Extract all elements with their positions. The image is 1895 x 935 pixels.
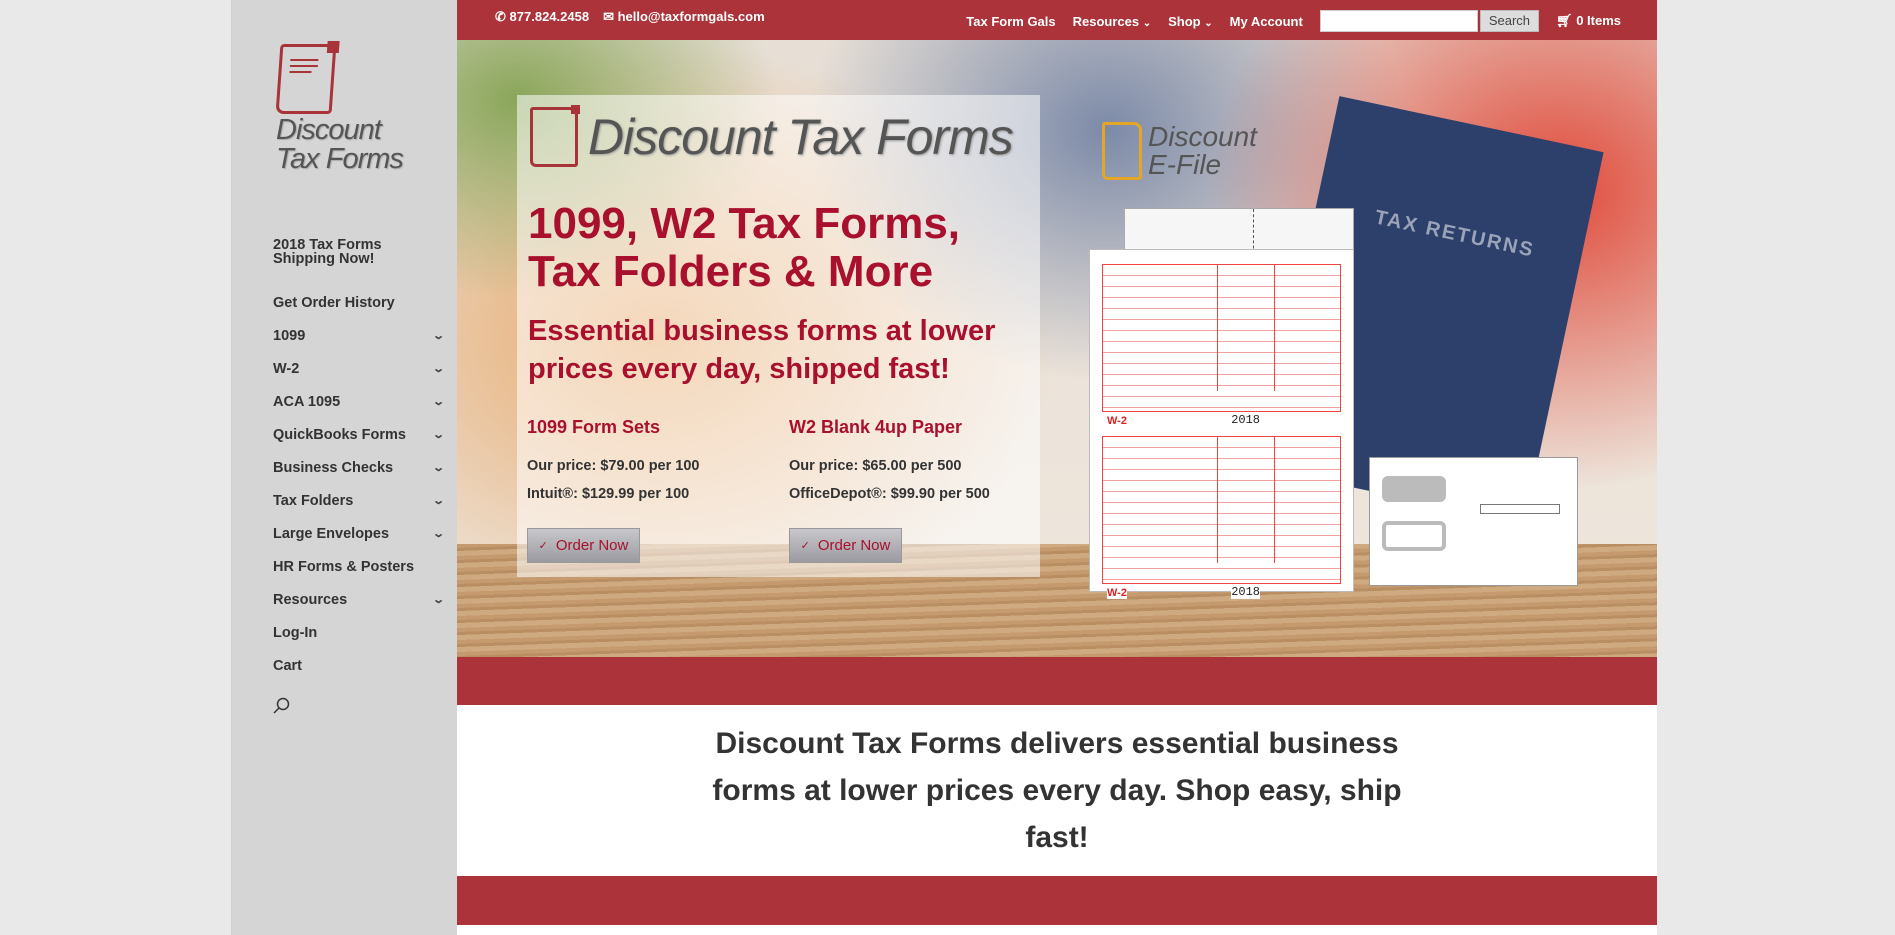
tagline-text: Discount Tax Forms delivers essential bu… [712, 727, 1402, 854]
form-year: 2018 [1231, 585, 1260, 599]
button-label: Order Now [817, 537, 891, 554]
sidebar-item-label: Large Envelopes [273, 525, 390, 542]
search-icon[interactable] [273, 697, 291, 715]
check-icon: ✓ [538, 540, 548, 552]
sidebar-item-label: HR Forms & Posters [273, 558, 415, 575]
chevron-down-icon[interactable]: ⌄ [432, 527, 445, 540]
nav-shop[interactable]: Shop ⌄ [1168, 14, 1213, 29]
hero-subheadline: Essential business forms at lower prices… [528, 315, 996, 385]
phone-link[interactable]: ✆ 877.824.2458 [495, 9, 589, 25]
content-area [457, 925, 1657, 935]
product-compare-price: Intuit®: $129.99 per 100 [527, 486, 690, 502]
email-address: hello@taxformgals.com [617, 9, 765, 24]
nav-my-account[interactable]: My Account [1230, 14, 1303, 29]
product-price: Our price: $65.00 per 500 [789, 458, 962, 474]
efile-logo-text: Discount E-File [1148, 121, 1257, 180]
phone-icon: ✆ [495, 9, 506, 24]
sidebar-item[interactable]: Tax Folders ⌄ [273, 484, 445, 517]
divider-band [457, 876, 1657, 925]
w2-form-copy: W-2 2018 [1102, 436, 1341, 599]
chevron-down-icon[interactable]: ⌄ [432, 428, 445, 441]
cart-count: 0 Items [1576, 13, 1621, 28]
product-compare-price: OfficeDepot®: $99.90 per 500 [789, 486, 990, 502]
email-link[interactable]: ✉ hello@taxformgals.com [603, 9, 765, 25]
efile-logo-mark-icon [1102, 122, 1142, 180]
sidebar-item-label: W-2 [273, 360, 300, 377]
cart-icon: 🛒︎ [1556, 13, 1573, 28]
chevron-down-icon[interactable]: ⌄ [432, 362, 445, 375]
product-w2: W2 Blank 4up Paper Our price: $65.00 per… [789, 417, 1039, 508]
sidebar-menu: 2018 Tax Forms Shipping Now! Get Order Hi… [273, 238, 445, 682]
phone-number: 877.824.2458 [509, 9, 590, 24]
nav-tax-form-gals[interactable]: Tax Form Gals [966, 14, 1055, 29]
chevron-down-icon: ⌄ [1204, 17, 1213, 29]
product-title[interactable]: W2 Blank 4up Paper [789, 417, 1039, 438]
sidebar-item[interactable]: ACA 1095 ⌄ [273, 385, 445, 418]
divider-band [457, 657, 1657, 705]
form-year: 2018 [1231, 413, 1260, 427]
sidebar-item[interactable]: Business Checks ⌄ [273, 451, 445, 484]
sidebar-item[interactable]: HR Forms & Posters [273, 550, 443, 583]
hero-panel: Discount Tax Forms 1099, W2 Tax Forms, T… [517, 95, 1040, 577]
chevron-down-icon[interactable]: ⌄ [432, 329, 445, 342]
folder-text: TAX RETURNS [1372, 206, 1537, 262]
sidebar-item-label: 1099 [273, 327, 306, 344]
logo-mark-icon [530, 105, 580, 167]
logo-text: Discount Tax Forms [276, 114, 404, 175]
envelope-icon: ✉ [603, 9, 614, 24]
efile-logo: Discount E-File [1102, 122, 1258, 180]
sidebar-item-label: 2018 Tax Forms Shipping Now! [273, 237, 382, 267]
sidebar-item-label: Log-In [273, 624, 318, 641]
form-label: W-2 [1107, 587, 1127, 599]
envelope-image [1369, 457, 1578, 586]
check-icon: ✓ [800, 540, 810, 552]
chevron-down-icon[interactable]: ⌄ [432, 461, 445, 474]
product-1099: 1099 Form Sets Our price: $79.00 per 100… [527, 417, 777, 508]
sidebar-item[interactable]: Large Envelopes ⌄ [273, 517, 445, 550]
sidebar-item-label: Tax Folders [273, 492, 354, 509]
sidebar-item[interactable]: W-2 ⌄ [273, 352, 445, 385]
site-logo[interactable]: Discount Tax Forms [275, 41, 426, 182]
product-title[interactable]: 1099 Form Sets [527, 417, 777, 438]
sidebar-item[interactable]: Cart [273, 649, 443, 682]
order-now-button-w2[interactable]: ✓ Order Now [789, 528, 902, 563]
cart-link[interactable]: 🛒︎ 0 Items [1556, 13, 1621, 29]
product-price: Our price: $79.00 per 100 [527, 458, 700, 474]
hero-brand-text: Discount Tax Forms [588, 109, 1014, 165]
sidebar-item-label: Cart [273, 657, 303, 674]
sidebar-item[interactable]: 2018 Tax Forms Shipping Now! [273, 238, 443, 286]
sidebar-item-label: ACA 1095 [273, 393, 341, 410]
sidebar-item-label: Get Order History [273, 294, 395, 311]
nav-label: Shop [1168, 13, 1201, 29]
sidebar-item[interactable]: 1099 ⌄ [273, 319, 445, 352]
chevron-down-icon[interactable]: ⌄ [432, 494, 445, 507]
chevron-down-icon[interactable]: ⌄ [432, 593, 445, 606]
nav-resources[interactable]: Resources ⌄ [1073, 14, 1152, 29]
hero-brand-logo: Discount Tax Forms [530, 105, 1014, 167]
w2-form-copy: W-2 2018 [1102, 264, 1341, 427]
w2-form-image: W-2 2018 W-2 2018 [1089, 249, 1354, 599]
hero-banner: TAX RETURNS Discount E-File W-2 2018 W-2 2… [457, 40, 1657, 657]
sidebar-item[interactable]: QuickBooks Forms ⌄ [273, 418, 445, 451]
sidebar-item-label: QuickBooks Forms [273, 426, 406, 443]
sidebar-item-label: Business Checks [273, 459, 394, 476]
button-label: Order Now [555, 537, 629, 554]
form-label: W-2 [1107, 415, 1127, 427]
sidebar-item[interactable]: Resources ⌄ [273, 583, 445, 616]
hero-headline: 1099, W2 Tax Forms, Tax Folders & More [528, 199, 961, 296]
logo-mark-icon [275, 41, 340, 114]
search-input[interactable] [1319, 10, 1478, 32]
search-button[interactable]: Search [1479, 10, 1540, 32]
sidebar-item[interactable]: Get Order History [273, 286, 443, 319]
order-now-button-1099[interactable]: ✓ Order Now [527, 528, 640, 563]
sidebar-item[interactable]: Log-In [273, 616, 443, 649]
tagline-section: Discount Tax Forms delivers essential bu… [457, 705, 1657, 876]
chevron-down-icon: ⌄ [1142, 17, 1152, 29]
sidebar-item-label: Resources [273, 591, 348, 608]
sidebar: Discount Tax Forms 2018 Tax Forms Shippi… [231, 0, 457, 935]
chevron-down-icon[interactable]: ⌄ [432, 395, 445, 408]
top-bar: ✆ 877.824.2458 ✉ hello@taxformgals.com T… [457, 0, 1657, 40]
nav-label: Resources [1072, 13, 1140, 29]
